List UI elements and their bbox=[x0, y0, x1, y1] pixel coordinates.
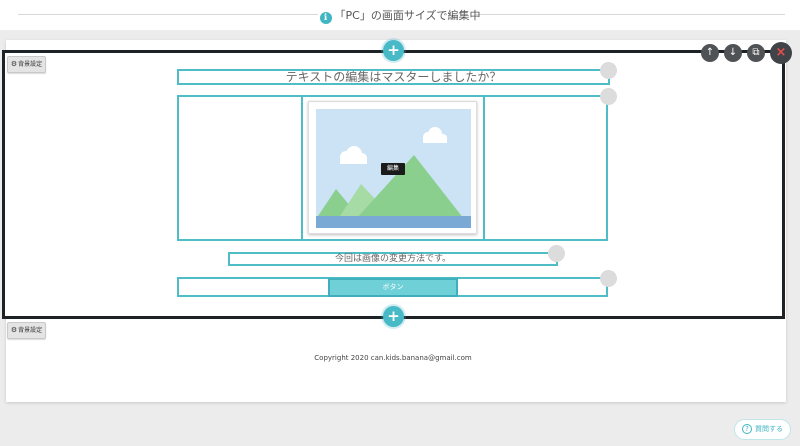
move-up-button[interactable]: ↑ bbox=[701, 44, 719, 62]
info-icon: ℹ bbox=[319, 12, 332, 24]
editing-mode-text: 「PC」の画面サイズで編集中 bbox=[334, 9, 481, 22]
copyright-text: Copyright 2020 can.kids.banana@gmail.com bbox=[314, 354, 472, 362]
move-down-button[interactable]: ↓ bbox=[724, 44, 742, 62]
add-section-below-button[interactable]: + bbox=[383, 306, 404, 327]
edit-image-tooltip[interactable]: 編集 bbox=[381, 163, 405, 175]
heading-block-handle[interactable] bbox=[600, 62, 617, 79]
editing-mode-title: ℹ 「PC」の画面サイズで編集中 bbox=[0, 7, 800, 24]
question-icon: ? bbox=[742, 424, 752, 434]
top-bar: ℹ 「PC」の画面サイズで編集中 bbox=[0, 0, 800, 30]
bg-settings-button-bottom[interactable]: ⚙背景設定 bbox=[7, 322, 46, 339]
button-row-handle[interactable] bbox=[600, 270, 617, 287]
bg-settings-button-top[interactable]: ⚙背景設定 bbox=[7, 56, 46, 73]
ask-question-label: 質問する bbox=[755, 425, 783, 433]
subtext-block[interactable]: 今回は画像の変更方法です。 bbox=[228, 252, 558, 266]
subtext-block-handle[interactable] bbox=[548, 245, 565, 262]
bg-settings-label: 背景設定 bbox=[18, 327, 43, 334]
gear-icon: ⚙ bbox=[10, 60, 18, 68]
heading-text-block[interactable]: テキストの編集はマスターしましたか？ bbox=[177, 69, 610, 85]
bg-settings-label: 背景設定 bbox=[18, 61, 43, 68]
gear-icon: ⚙ bbox=[10, 326, 18, 334]
cta-button[interactable]: ボタン bbox=[328, 278, 458, 297]
add-section-above-button[interactable]: + bbox=[383, 40, 404, 61]
image-row-handle[interactable] bbox=[600, 88, 617, 105]
delete-section-button[interactable]: × bbox=[770, 42, 792, 64]
copy-section-button[interactable]: ⧉ bbox=[747, 44, 765, 62]
ask-question-button[interactable]: ? 質問する bbox=[734, 419, 791, 440]
